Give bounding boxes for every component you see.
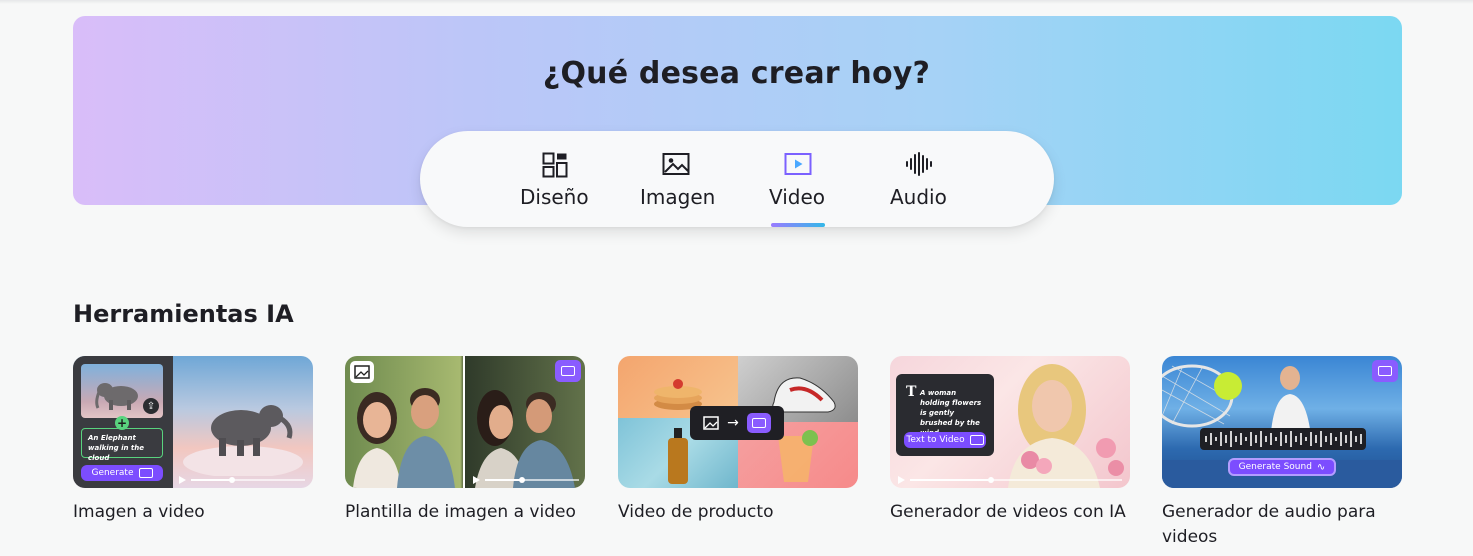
card-thumbnail [345,356,585,488]
arrow-right-icon: → [727,415,739,431]
card-thumbnail: ⇪ + An Elephant walking in the cloud Gen… [73,356,313,488]
video-icon [138,468,153,478]
generate-sound-button-label: Generate Sound [1238,462,1312,472]
image-icon [703,416,719,430]
woman-with-flowers-photo [1008,364,1124,488]
video-icon [969,435,984,445]
card-label: Imagen a video [73,502,205,522]
audio-waveform-panel [1200,428,1366,450]
video-progress [473,476,579,484]
tab-design-label: Diseño [520,185,589,209]
video-progress [179,476,305,484]
card-thumbnail: T A woman holding flowers is gently brus… [890,356,1130,488]
image-icon [350,361,374,383]
video-icon [784,153,812,175]
active-tab-indicator [771,223,825,227]
card-label: Plantilla de imagen a video [345,502,576,522]
prompt-text: A woman holding flowers is gently brushe… [920,389,982,437]
generate-button[interactable]: Generate [81,465,163,481]
video-badge-icon [555,360,581,382]
video-badge-icon [1372,360,1398,382]
couple-photo [353,388,575,488]
text-to-video-button-label: Text to Video [906,435,965,445]
tab-video[interactable]: Video [764,131,834,227]
audio-waveform-icon [906,152,932,176]
hero-title: ¿Qué desea crear hoy? [542,56,931,91]
image-icon [662,153,690,175]
generate-button-label: Generate [91,468,134,478]
create-type-tabs: Diseño Imagen Video Audio [420,131,1054,227]
video-icon [746,413,771,433]
tab-audio-label: Audio [890,185,947,209]
prompt-text: An Elephant walking in the cloud [81,428,163,462]
tab-design[interactable]: Diseño [516,131,596,227]
text-to-video-button[interactable]: Text to Video [904,432,986,448]
card-thumbnail: → [618,356,858,488]
tab-audio[interactable]: Audio [886,131,952,227]
card-label: Video de producto [618,502,774,522]
upload-icon[interactable]: ⇪ [143,398,159,414]
design-layout-icon [542,152,568,178]
image-to-video-indicator: → [690,406,784,440]
section-title: Herramientas IA [73,300,294,328]
top-divider [0,0,1473,4]
generate-sound-button[interactable]: Generate Sound ∿ [1228,458,1336,476]
video-progress [898,476,1122,484]
tab-image[interactable]: Imagen [634,131,720,227]
sound-wave-icon: ∿ [1316,461,1326,473]
tab-image-label: Imagen [640,185,716,209]
card-label: Generador de audio para videos [1162,502,1376,547]
tab-video-label: Video [769,185,826,209]
card-label: Generador de videos con IA [890,502,1126,522]
elephant-illustration [183,405,303,476]
card-thumbnail: Generate Sound ∿ [1162,356,1402,488]
